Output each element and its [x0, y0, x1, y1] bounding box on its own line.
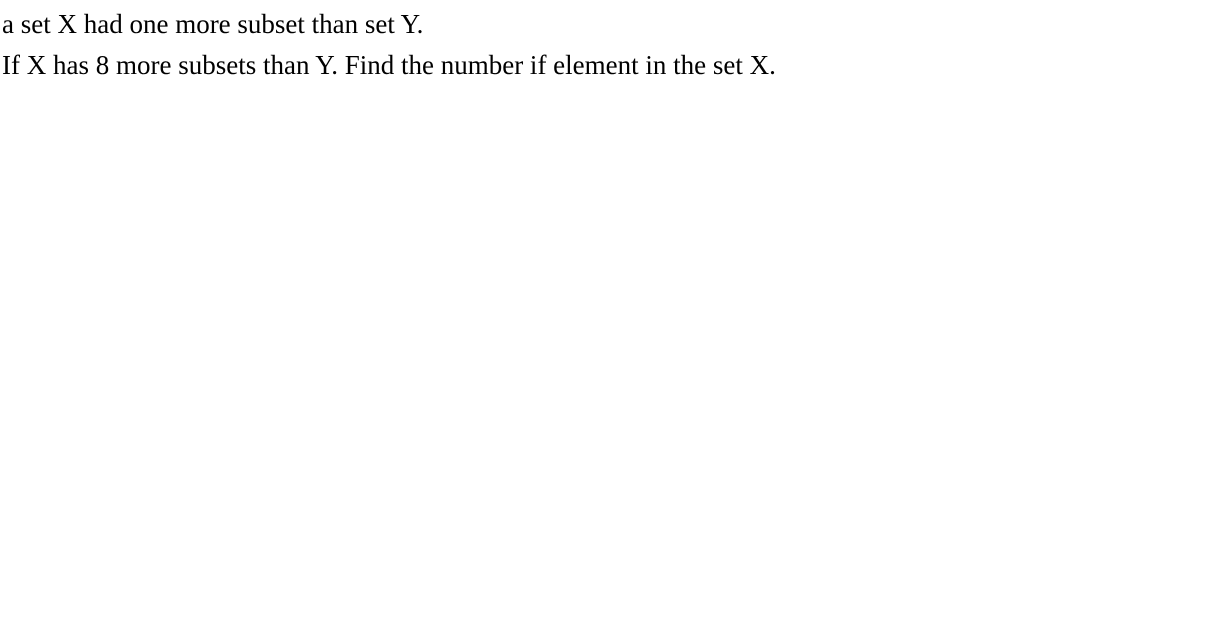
problem-line-1: a set X had one more subset than set Y. — [2, 4, 1220, 45]
problem-line-2: If X has 8 more subsets than Y. Find the… — [2, 45, 1220, 86]
